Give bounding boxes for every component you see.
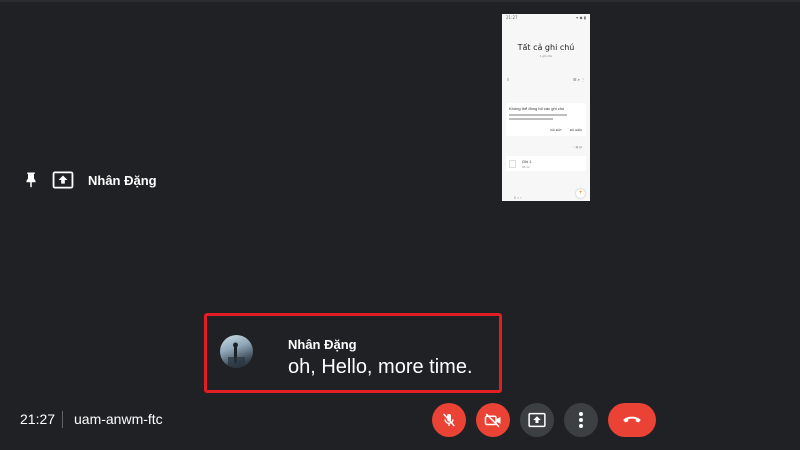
- phone-status-icons: ▾ ◆ ▮: [576, 15, 586, 20]
- meeting-code[interactable]: uam-anwm-ftc: [74, 411, 163, 427]
- bottom-divider: [62, 411, 63, 428]
- more-options-button[interactable]: [564, 403, 598, 437]
- phone-sync-card-title: Không thể đồng bộ các ghi chú: [509, 106, 565, 111]
- mic-toggle-button[interactable]: [432, 403, 466, 437]
- more-options-icon: [579, 412, 583, 428]
- pin-icon[interactable]: [22, 171, 40, 189]
- leave-call-icon: [623, 416, 641, 423]
- phone-sync-card-line: [509, 118, 553, 120]
- phone-status-time: 21:27: [506, 15, 518, 20]
- phone-status-bar: 21:27 ▾ ◆ ▮: [506, 15, 586, 20]
- shared-screen[interactable]: 21:27 ▾ ◆ ▮ Tất cả ghi chú 1 ghi chú ≡ ☰…: [502, 14, 590, 201]
- phone-note-item: Ghi 1 08:42: [506, 156, 586, 171]
- avatar-figure-icon: [228, 342, 245, 368]
- mic-off-icon: [443, 413, 455, 427]
- camera-off-icon: [484, 413, 501, 428]
- phone-notes-count: 1 ghi chú: [539, 54, 553, 58]
- phone-toolbar: ≡ ☰ ⌕ ⋮: [507, 77, 585, 83]
- avatar: [220, 335, 253, 368]
- presenter-label: Nhân Đặng: [22, 170, 157, 190]
- phone-menu-icon: ≡: [507, 77, 510, 82]
- phone-toolbar-icons: ☰ ⌕ ⋮: [572, 77, 585, 82]
- phone-sync-card-line: [509, 114, 567, 116]
- phone-nav-bar: ‖ ○ ‹: [514, 195, 522, 200]
- presenter-name: Nhân Đặng: [88, 172, 157, 188]
- present-to-all-icon: [52, 171, 74, 189]
- phone-note-checkbox: [509, 160, 516, 168]
- live-caption: Nhân Đặng oh, Hello, more time.: [204, 313, 502, 393]
- caption-text: oh, Hello, more time.: [288, 356, 473, 378]
- phone-note-date: 08:42: [522, 165, 530, 169]
- phone-sync-card-action: CÀI ĐẶT: [550, 128, 562, 132]
- phone-sort-icons: ↓ ▦ ▤: [573, 145, 582, 149]
- phone-notes-title: Tất cả ghi chú: [517, 43, 575, 52]
- leave-call-button[interactable]: [608, 403, 656, 437]
- meeting-clock: 21:27: [20, 411, 56, 427]
- present-now-icon: [528, 412, 546, 428]
- present-now-button[interactable]: [520, 403, 554, 437]
- phone-sync-card-action: ĐÃ HIỂU: [570, 128, 583, 132]
- caption-speaker-name: Nhân Đặng: [288, 337, 357, 352]
- camera-toggle-button[interactable]: [476, 403, 510, 437]
- phone-sync-card: Không thể đồng bộ các ghi chú CÀI ĐẶT ĐÃ…: [506, 103, 586, 136]
- phone-note-title: Ghi 1: [522, 159, 532, 164]
- top-divider: [0, 0, 800, 2]
